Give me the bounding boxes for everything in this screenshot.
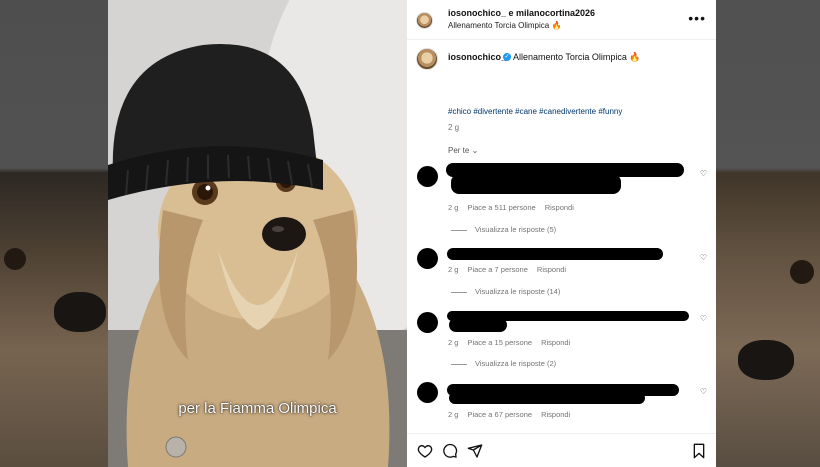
comment-reply-button[interactable]: Rispondi	[541, 338, 570, 347]
comment-icon[interactable]	[442, 443, 458, 459]
caption-avatar[interactable]	[416, 48, 438, 70]
comment-age: 2 g	[448, 203, 459, 212]
dog-video-frame	[108, 0, 407, 467]
share-icon[interactable]	[467, 443, 483, 459]
heart-icon[interactable]	[417, 443, 433, 459]
comment-sort-dropdown[interactable]: Per te ⌄	[448, 146, 478, 155]
comment-reply-button[interactable]: Rispondi	[545, 203, 574, 212]
video-caption: per la Fiamma Olimpica	[178, 400, 337, 417]
post-authors[interactable]: iosonochico_ e milanocortina2026	[448, 8, 595, 18]
caption-hashtags[interactable]: #chico #divertente #cane #canedivertente…	[448, 107, 622, 116]
caption-username[interactable]: iosonochico_	[448, 52, 506, 62]
comment-like-heart-icon[interactable]: ♡	[700, 387, 707, 396]
caption-age: 2 g	[448, 123, 460, 132]
post-side-panel: iosonochico_ e milanocortina2026 Allenam…	[407, 0, 716, 467]
comment-avatar[interactable]	[417, 166, 438, 187]
author-avatar[interactable]	[416, 12, 433, 29]
redacted-comment-text	[447, 248, 663, 260]
comment-avatar[interactable]	[417, 382, 438, 403]
comment-reply-button[interactable]: Rispondi	[541, 410, 570, 419]
caption-text: Allenamento Torcia Olimpica 🔥	[513, 52, 641, 62]
post-audio-title[interactable]: Allenamento Torcia Olimpica 🔥	[448, 21, 561, 30]
view-replies-button[interactable]: Visualizza le risposte (2)	[451, 359, 556, 368]
comment-age: 2 g	[448, 338, 459, 347]
more-options-icon[interactable]: •••	[688, 10, 706, 26]
comment-avatar[interactable]	[417, 312, 438, 333]
view-replies-button[interactable]: Visualizza le risposte (14)	[451, 287, 560, 296]
comment-avatar[interactable]	[417, 248, 438, 269]
post-header: iosonochico_ e milanocortina2026 Allenam…	[407, 0, 716, 40]
comment-age: 2 g	[448, 410, 459, 419]
post-actions-bar	[407, 433, 716, 467]
comment-like-heart-icon[interactable]: ♡	[700, 253, 707, 262]
comment-age: 2 g	[448, 265, 459, 274]
post-caption: iosonochico_ ✓ Allenamento Torcia Olimpi…	[407, 48, 716, 78]
comment-likes[interactable]: Piace a 511 persone	[467, 203, 535, 212]
verified-badge-icon: ✓	[503, 53, 511, 61]
comment-like-heart-icon[interactable]: ♡	[700, 169, 707, 178]
comment-likes[interactable]: Piace a 15 persone	[467, 338, 532, 347]
bookmark-icon[interactable]	[691, 443, 707, 459]
comment-likes[interactable]: Piace a 7 persone	[467, 265, 527, 274]
view-replies-button[interactable]: Visualizza le risposte (5)	[451, 225, 556, 234]
post-video[interactable]: per la Fiamma Olimpica	[108, 0, 407, 467]
comment-like-heart-icon[interactable]: ♡	[700, 314, 707, 323]
comment-likes[interactable]: Piace a 67 persone	[467, 410, 532, 419]
comment-reply-button[interactable]: Rispondi	[537, 265, 566, 274]
